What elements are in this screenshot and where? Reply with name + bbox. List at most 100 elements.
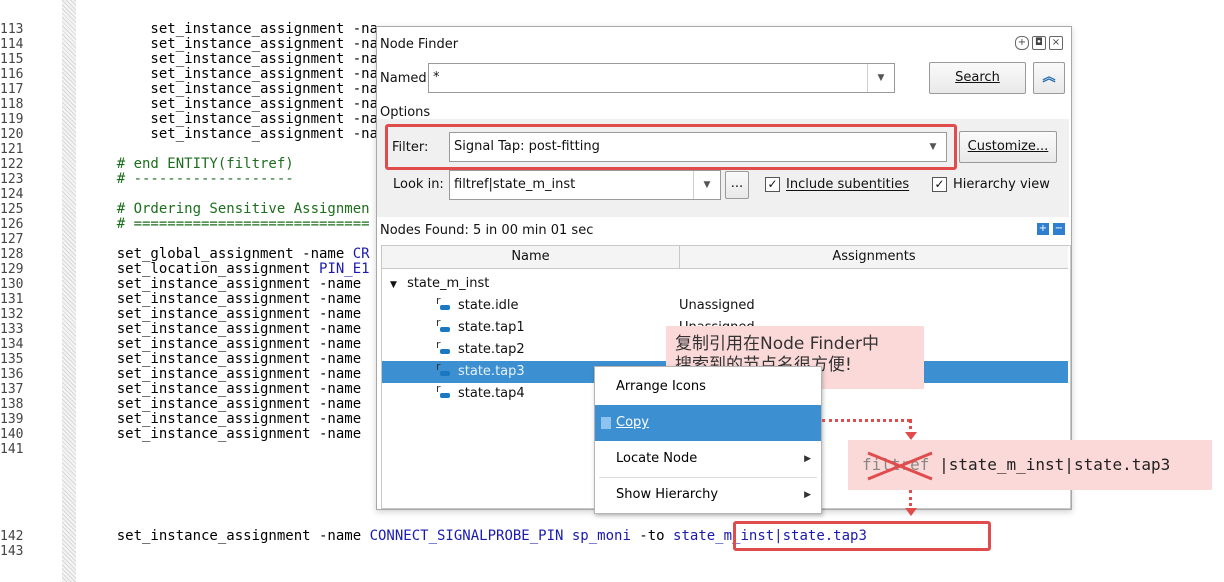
code-text: set_instance_assignment -na [83, 52, 378, 67]
code-token: CR [352, 246, 370, 262]
double-chevron-up-icon: ︽ [1042, 70, 1056, 85]
code-token: # Ordering Sensitive Assignmen [83, 201, 370, 217]
line-number: 136 [0, 367, 24, 382]
code-token: # end ENTITY(filtref) [83, 156, 294, 172]
result-highlight-box [733, 521, 991, 551]
code-text: set_instance_assignment -name [83, 382, 361, 397]
line-number: 132 [0, 307, 24, 322]
line-number: 117 [0, 82, 24, 97]
line-number: 142 [0, 529, 24, 544]
hierarchy-view-checkbox[interactable]: ✓ Hierarchy view [932, 177, 1050, 192]
dialog-title: Node Finder [380, 37, 459, 52]
column-header-name[interactable]: Name [382, 246, 680, 269]
code-token: set_instance_assignment -na [83, 81, 379, 97]
code-token: set_location_assignment [83, 261, 320, 277]
line-number: 115 [0, 52, 24, 67]
context-menu[interactable]: Arrange Icons Copy Locate Node ▶ Show Hi… [594, 366, 822, 514]
line-number: 129 [0, 262, 24, 277]
code-text: set_location_assignment PIN_E1 [83, 262, 370, 277]
options-label: Options [380, 105, 431, 120]
line-number: 131 [0, 292, 24, 307]
register-node-icon [436, 356, 450, 378]
customize-button[interactable]: Customize... [959, 131, 1057, 163]
code-token: -to [630, 528, 674, 544]
collapse-all-icon[interactable]: − [1053, 223, 1065, 235]
float-icon[interactable]: + [1015, 36, 1029, 50]
code-text: set_instance_assignment -name [83, 277, 361, 292]
collapse-options-button[interactable]: ︽ [1033, 62, 1065, 94]
chevron-down-icon[interactable]: ▼ [693, 171, 720, 199]
code-token: CONNECT_SIGNALPROBE_PIN sp_moni [369, 528, 631, 544]
code-token: set_instance_assignment -na [83, 36, 379, 52]
gutter-hatch [62, 0, 76, 582]
named-input[interactable]: * ▼ [428, 63, 895, 93]
menu-item-locate-node[interactable]: Locate Node ▶ [595, 441, 821, 477]
register-node-icon [436, 334, 450, 356]
line-number: 127 [0, 232, 24, 247]
line-number: 125 [0, 202, 24, 217]
register-node-icon [436, 378, 450, 400]
code-token: set_instance_assignment -na [83, 51, 379, 67]
line-number: 119 [0, 112, 24, 127]
copy-icon [601, 417, 611, 429]
restore-icon[interactable]: ◘ [1032, 36, 1046, 50]
code-text: set_instance_assignment -name [83, 352, 361, 367]
code-token: set_instance_assignment -na [83, 66, 379, 82]
code-token: set_instance_assignment -name [83, 426, 362, 442]
node-name: state.tap1 [458, 320, 525, 335]
browse-button-label: ... [730, 176, 744, 191]
path-annotation: filtref |state_m_inst|state.tap3 [848, 440, 1212, 490]
code-text: set_instance_assignment -name [83, 307, 361, 322]
menu-item-label: Locate Node [616, 451, 698, 466]
include-subentities-checkbox[interactable]: ✓ Include subentities [765, 177, 909, 192]
line-number: 134 [0, 337, 24, 352]
line-number: 143 [0, 544, 24, 559]
expand-all-icon[interactable]: + [1037, 223, 1049, 235]
line-number: 120 [0, 127, 24, 142]
named-label: Named: [380, 71, 431, 86]
menu-item-label: Copy [616, 415, 649, 430]
code-text: set_instance_assignment -name [83, 367, 361, 382]
menu-item-arrange-icons[interactable]: Arrange Icons [595, 369, 821, 405]
code-text: # Ordering Sensitive Assignmen [83, 202, 370, 217]
code-token: set_instance_assignment -name [83, 396, 362, 412]
code-text: set_instance_assignment -na [83, 82, 378, 97]
node-name: state.idle [458, 298, 519, 313]
code-text: set_instance_assignment -na [83, 67, 378, 82]
tree-root-row[interactable]: ▼ state_m_inst [382, 273, 1068, 295]
lookin-select[interactable]: filtref|state_m_inst ▼ [449, 170, 721, 200]
tree-node-row[interactable]: state.idle Unassigned [382, 290, 1068, 317]
line-number: 133 [0, 322, 24, 337]
code-text: set_instance_assignment -name [83, 337, 361, 352]
line-number: 141 [0, 442, 24, 457]
node-name: state.tap4 [458, 386, 525, 401]
code-token: set_instance_assignment -name [83, 321, 362, 337]
menu-item-show-hierarchy[interactable]: Show Hierarchy ▶ [595, 477, 821, 513]
chevron-down-icon[interactable]: ▼ [867, 64, 894, 92]
code-token: # ------------------- [83, 171, 294, 187]
line-number: 140 [0, 427, 24, 442]
check-icon: ✓ [932, 177, 947, 192]
code-token: set_instance_assignment -name [83, 306, 362, 322]
code-token: set_instance_assignment -na [83, 111, 379, 127]
code-token: set_instance_assignment -name [83, 528, 370, 544]
hierarchy-view-label: Hierarchy view [953, 177, 1050, 192]
code-text: set_instance_assignment -na [83, 112, 378, 127]
line-number: 121 [0, 142, 24, 157]
browse-button[interactable]: ... [725, 171, 749, 199]
line-number: 118 [0, 97, 24, 112]
code-text: set_instance_assignment -na [83, 22, 378, 37]
lookin-label: Look in: [393, 177, 444, 192]
column-header-assignments[interactable]: Assignments [680, 246, 1068, 269]
line-number: 126 [0, 217, 24, 232]
expand-arrow-icon[interactable]: ▼ [390, 280, 397, 290]
connector-horizontal [822, 419, 910, 422]
submenu-arrow-icon: ▶ [804, 490, 811, 500]
code-token: set_instance_assignment -na [83, 126, 379, 142]
search-button[interactable]: Search [929, 62, 1026, 94]
code-token: set_instance_assignment -na [83, 96, 379, 112]
line-number: 128 [0, 247, 24, 262]
menu-item-copy[interactable]: Copy [595, 405, 821, 441]
close-icon[interactable]: × [1049, 36, 1063, 50]
line-number: 114 [0, 37, 24, 52]
